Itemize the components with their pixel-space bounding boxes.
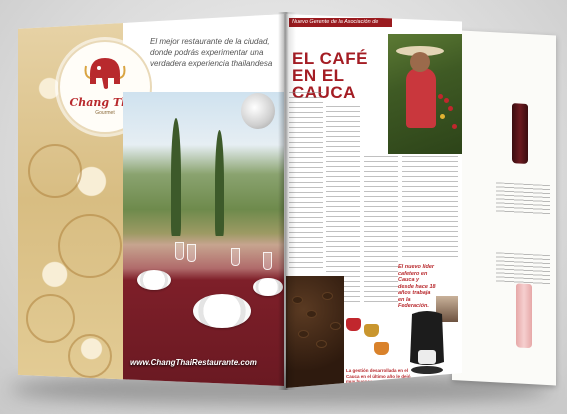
coffee-bean bbox=[306, 310, 317, 318]
ornament-swirl bbox=[68, 334, 112, 378]
article-column-3 bbox=[364, 156, 398, 306]
elephant-icon bbox=[84, 58, 126, 89]
wine-bottle-rose bbox=[516, 283, 532, 349]
ornament-swirl bbox=[28, 144, 82, 198]
farmer-figure bbox=[406, 68, 436, 128]
ornament-swirl bbox=[26, 294, 75, 343]
capsule-amber bbox=[374, 342, 389, 355]
restaurant-photo bbox=[123, 92, 284, 386]
coffee-cherry bbox=[440, 114, 445, 119]
coffee-cherry bbox=[452, 124, 457, 129]
magazine-spine bbox=[278, 12, 296, 390]
wine-bottle-red bbox=[512, 103, 528, 164]
right-page: Nuevo Gerente de la Asociación de cafete… bbox=[286, 14, 462, 388]
crystal-chandelier bbox=[241, 93, 275, 129]
coffee-capsules bbox=[344, 314, 394, 362]
magazine-mockup-scene: Chang Thai Gourmet El mejor restaurante … bbox=[0, 0, 567, 414]
coffee-bean bbox=[316, 340, 327, 348]
article-kicker: Nuevo Gerente de la Asociación de cafete… bbox=[289, 18, 392, 34]
back-page bbox=[452, 30, 556, 386]
coffee-cherry bbox=[444, 98, 449, 103]
dinner-plate bbox=[193, 294, 251, 328]
capsule-gold bbox=[364, 324, 379, 337]
farmer-head bbox=[410, 52, 430, 72]
page-header-bar: Nuevo Gerente de la Asociación de cafete… bbox=[286, 18, 462, 34]
dinner-plate bbox=[137, 270, 171, 290]
coffee-farmer-photo bbox=[388, 34, 462, 154]
coffee-cherry bbox=[448, 106, 453, 111]
coffee-bean bbox=[298, 330, 309, 338]
pull-quote: El nuevo líder cafetero en Cauca y desde… bbox=[398, 264, 436, 309]
coffee-bean bbox=[330, 322, 341, 330]
article-column-4 bbox=[402, 156, 458, 260]
article-column-2 bbox=[326, 106, 360, 302]
back-page-text-2 bbox=[496, 252, 550, 286]
restaurant-tagline: El mejor restaurante de la ciudad, donde… bbox=[150, 37, 273, 68]
coffee-bean bbox=[322, 292, 333, 300]
wine-glass bbox=[175, 242, 184, 260]
ornament-swirl bbox=[58, 214, 122, 278]
left-page: Chang Thai Gourmet El mejor restaurante … bbox=[18, 14, 284, 386]
wine-glass bbox=[231, 248, 240, 266]
capsule-red bbox=[346, 318, 361, 331]
cypress-tree bbox=[215, 130, 224, 236]
wine-glass bbox=[187, 244, 196, 262]
wine-glass bbox=[263, 252, 272, 270]
back-page-text bbox=[496, 182, 550, 216]
coffee-cherry bbox=[438, 94, 443, 99]
cypress-tree bbox=[171, 118, 181, 236]
restaurant-website: www.ChangThaiRestaurante.com bbox=[130, 358, 257, 367]
